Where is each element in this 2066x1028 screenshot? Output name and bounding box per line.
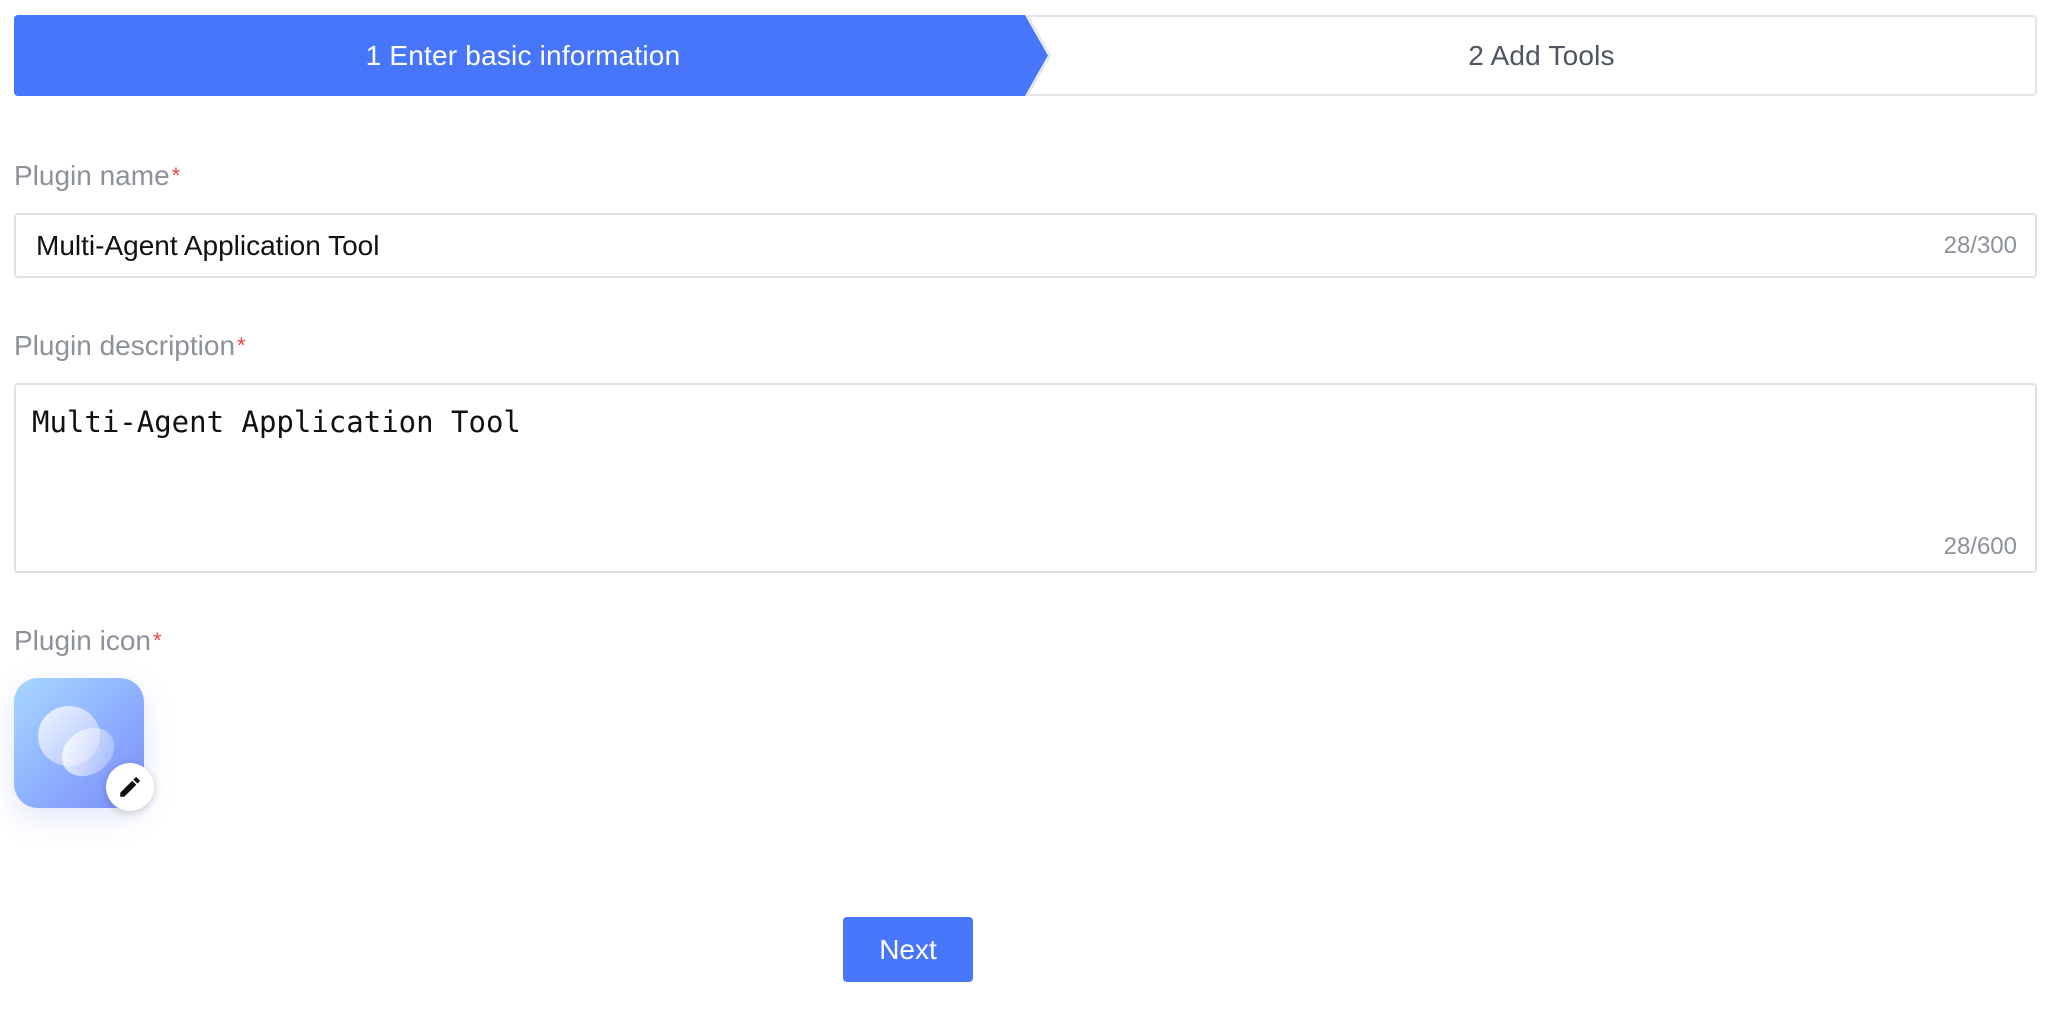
plugin-description-counter: 28/600 [1943, 533, 2017, 560]
required-mark: * [152, 628, 162, 653]
step-label: 2 Add Tools [1468, 39, 1615, 71]
step-enter-basic-information[interactable]: 1 Enter basic information [14, 15, 1048, 96]
step-add-tools[interactable]: 2 Add Tools [1048, 17, 2035, 94]
plugin-description-textarea[interactable]: Multi-Agent Application Tool 28/600 [14, 383, 2037, 573]
label-text: Plugin name [14, 160, 170, 191]
edit-icon-button[interactable] [106, 763, 154, 811]
plugin-name-counter: 28/300 [1943, 231, 2017, 259]
stepper: 1 Enter basic information 2 Add Tools [14, 15, 2037, 96]
plugin-description-label: Plugin description* [14, 330, 246, 362]
required-mark: * [237, 333, 246, 358]
label-text: Plugin icon [14, 625, 151, 656]
plugin-name-input[interactable]: Multi-Agent Application Tool 28/300 [14, 213, 2037, 278]
plugin-icon-label: Plugin icon* [14, 625, 162, 657]
plugin-icon-uploader[interactable] [14, 678, 154, 811]
label-text: Plugin description [14, 330, 236, 361]
pencil-icon [120, 777, 140, 797]
create-plugin-page: 1 Enter basic information 2 Add Tools Pl… [0, 0, 2066, 1028]
required-mark: * [171, 163, 181, 188]
plugin-name-value[interactable]: Multi-Agent Application Tool [36, 230, 379, 262]
plugin-description-value[interactable]: Multi-Agent Application Tool [32, 405, 521, 439]
step-label: 1 Enter basic information [365, 39, 681, 71]
next-button[interactable]: Next [843, 917, 973, 982]
plugin-name-label: Plugin name* [14, 160, 180, 192]
